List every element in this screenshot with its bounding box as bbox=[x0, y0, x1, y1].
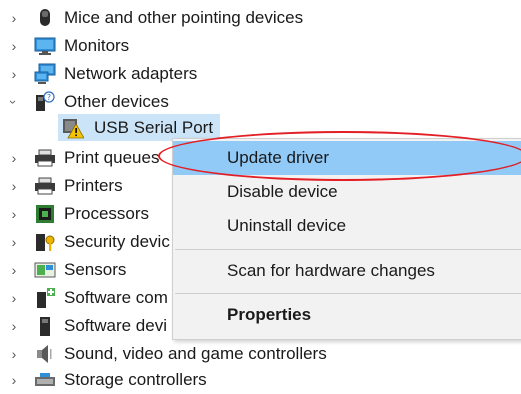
menu-item-scan-hardware[interactable]: Scan for hardware changes bbox=[173, 254, 521, 288]
tree-item-network-adapters[interactable]: › Network adapters bbox=[0, 60, 521, 88]
tree-item-label: Monitors bbox=[64, 36, 130, 55]
tree-item-label: Network adapters bbox=[64, 64, 198, 83]
menu-item-label: Update driver bbox=[227, 148, 330, 167]
chevron-right-icon[interactable]: › bbox=[8, 32, 20, 60]
printer-icon bbox=[35, 149, 55, 167]
tree-item-security-devices[interactable]: › Security devic bbox=[0, 228, 172, 256]
menu-item-label: Uninstall device bbox=[227, 216, 347, 235]
tree-item-other-devices[interactable]: › ? Other devices bbox=[0, 88, 521, 116]
menu-item-label: Properties bbox=[227, 305, 312, 324]
tree-item-label: Print queues bbox=[64, 148, 160, 167]
context-menu: Update driver Disable device Uninstall d… bbox=[172, 138, 521, 340]
tree-item-mice[interactable]: › Mice and other pointing devices bbox=[0, 4, 521, 32]
mouse-icon bbox=[40, 9, 50, 26]
tree-item-label: Security devic bbox=[64, 232, 170, 251]
menu-item-disable-device[interactable]: Disable device bbox=[173, 175, 521, 209]
tree-item-label: Storage controllers bbox=[64, 370, 207, 389]
tree-item-sound-video-game[interactable]: › Sound, video and game controllers bbox=[0, 340, 521, 368]
chevron-right-icon[interactable]: › bbox=[8, 60, 20, 88]
menu-item-properties[interactable]: Properties bbox=[173, 298, 521, 332]
tree-item-software-components[interactable]: › Software com bbox=[0, 284, 172, 312]
chevron-right-icon[interactable]: › bbox=[8, 366, 20, 394]
tree-item-label: Sound, video and game controllers bbox=[64, 344, 327, 363]
tree-item-label: Mice and other pointing devices bbox=[64, 8, 304, 27]
network-adapter-icon bbox=[34, 63, 56, 84]
monitor-icon bbox=[34, 37, 56, 55]
chevron-right-icon[interactable]: › bbox=[8, 340, 20, 368]
software-device-icon bbox=[40, 317, 50, 336]
menu-item-uninstall-device[interactable]: Uninstall device bbox=[173, 209, 521, 243]
chevron-right-icon[interactable]: › bbox=[8, 256, 20, 284]
chevron-down-icon[interactable]: › bbox=[0, 96, 28, 108]
chevron-right-icon[interactable]: › bbox=[8, 144, 20, 172]
menu-item-label: Scan for hardware changes bbox=[227, 261, 435, 280]
tree-item-label: Processors bbox=[64, 204, 150, 223]
tree-item-label: Sensors bbox=[64, 260, 127, 279]
chevron-right-icon[interactable]: › bbox=[8, 284, 20, 312]
printer-icon bbox=[35, 177, 55, 195]
svg-text:?: ? bbox=[47, 93, 51, 102]
tree-item-storage-controllers[interactable]: › Storage controllers bbox=[0, 366, 521, 394]
sensor-icon bbox=[34, 262, 56, 278]
chevron-right-icon[interactable]: › bbox=[8, 228, 20, 256]
security-device-icon bbox=[36, 234, 55, 251]
tree-item-software-devices[interactable]: › Software devi bbox=[0, 312, 172, 340]
tree-item-processors[interactable]: › Processors bbox=[0, 200, 172, 228]
software-component-icon bbox=[37, 288, 55, 308]
tree-item-label: Printers bbox=[64, 176, 123, 195]
chevron-right-icon[interactable]: › bbox=[8, 200, 20, 228]
speaker-icon bbox=[37, 345, 52, 363]
chevron-right-icon[interactable]: › bbox=[8, 4, 20, 32]
menu-separator bbox=[175, 293, 521, 294]
tree-item-label: Software devi bbox=[64, 316, 167, 335]
tree-item-label: Other devices bbox=[64, 92, 169, 111]
other-devices-icon: ? bbox=[36, 91, 55, 111]
chevron-right-icon[interactable]: › bbox=[8, 312, 20, 340]
menu-item-label: Disable device bbox=[227, 182, 338, 201]
tree-item-label: USB Serial Port bbox=[94, 118, 214, 137]
processor-icon bbox=[36, 205, 54, 223]
storage-controller-icon bbox=[35, 373, 55, 386]
menu-item-update-driver[interactable]: Update driver bbox=[173, 141, 521, 175]
tree-item-label: Software com bbox=[64, 288, 168, 307]
menu-separator bbox=[175, 249, 521, 250]
warning-device-icon bbox=[63, 119, 84, 139]
tree-item-printers[interactable]: › Printers bbox=[0, 172, 172, 200]
tree-item-print-queues[interactable]: › Print queues bbox=[0, 144, 172, 172]
tree-item-monitors[interactable]: › Monitors bbox=[0, 32, 521, 60]
tree-item-sensors[interactable]: › Sensors bbox=[0, 256, 172, 284]
chevron-right-icon[interactable]: › bbox=[8, 172, 20, 200]
